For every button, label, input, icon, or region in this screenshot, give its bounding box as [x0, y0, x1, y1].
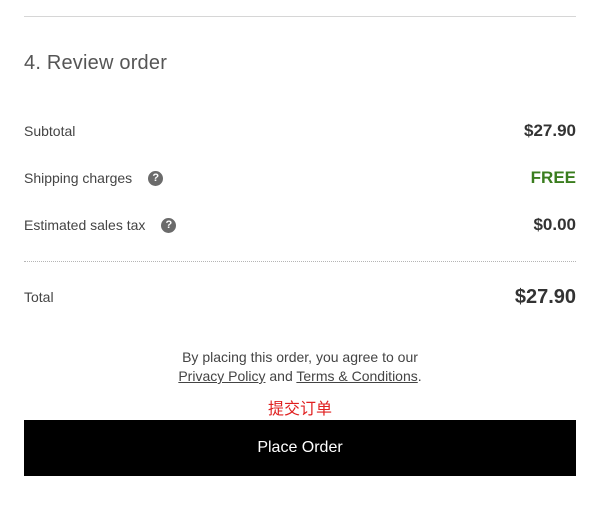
subtotal-label: Subtotal — [24, 123, 76, 139]
submit-order-annotation: 提交订单 — [267, 399, 332, 418]
total-value: $27.90 — [514, 285, 576, 308]
shipping-label: Shipping charges — [24, 170, 133, 186]
section-title: 4. Review order — [24, 52, 168, 74]
total-divider — [24, 261, 576, 262]
total-label: Total — [24, 289, 54, 305]
tax-row: Estimated sales tax ? $0.00 — [24, 213, 576, 237]
legal-prefix: By placing this order, you agree to our — [182, 349, 418, 365]
legal-notice: By placing this order, you agree to our … — [0, 348, 600, 386]
total-row: Total $27.90 — [24, 284, 576, 310]
shipping-value: FREE — [530, 168, 576, 187]
tax-help-icon[interactable]: ? — [161, 217, 177, 233]
legal-and: and — [269, 368, 293, 384]
shipping-row: Shipping charges ? FREE — [24, 166, 576, 190]
top-divider — [24, 16, 576, 17]
tax-value: $0.00 — [533, 215, 576, 234]
tax-label: Estimated sales tax — [24, 217, 146, 233]
privacy-policy-link[interactable]: Privacy Policy — [178, 368, 265, 384]
terms-conditions-link[interactable]: Terms & Conditions — [296, 368, 417, 384]
subtotal-value: $27.90 — [524, 121, 576, 140]
shipping-help-icon[interactable]: ? — [148, 170, 164, 186]
subtotal-row: Subtotal $27.90 — [24, 119, 576, 143]
legal-suffix: . — [417, 368, 422, 384]
place-order-button[interactable]: Place Order — [24, 420, 576, 476]
